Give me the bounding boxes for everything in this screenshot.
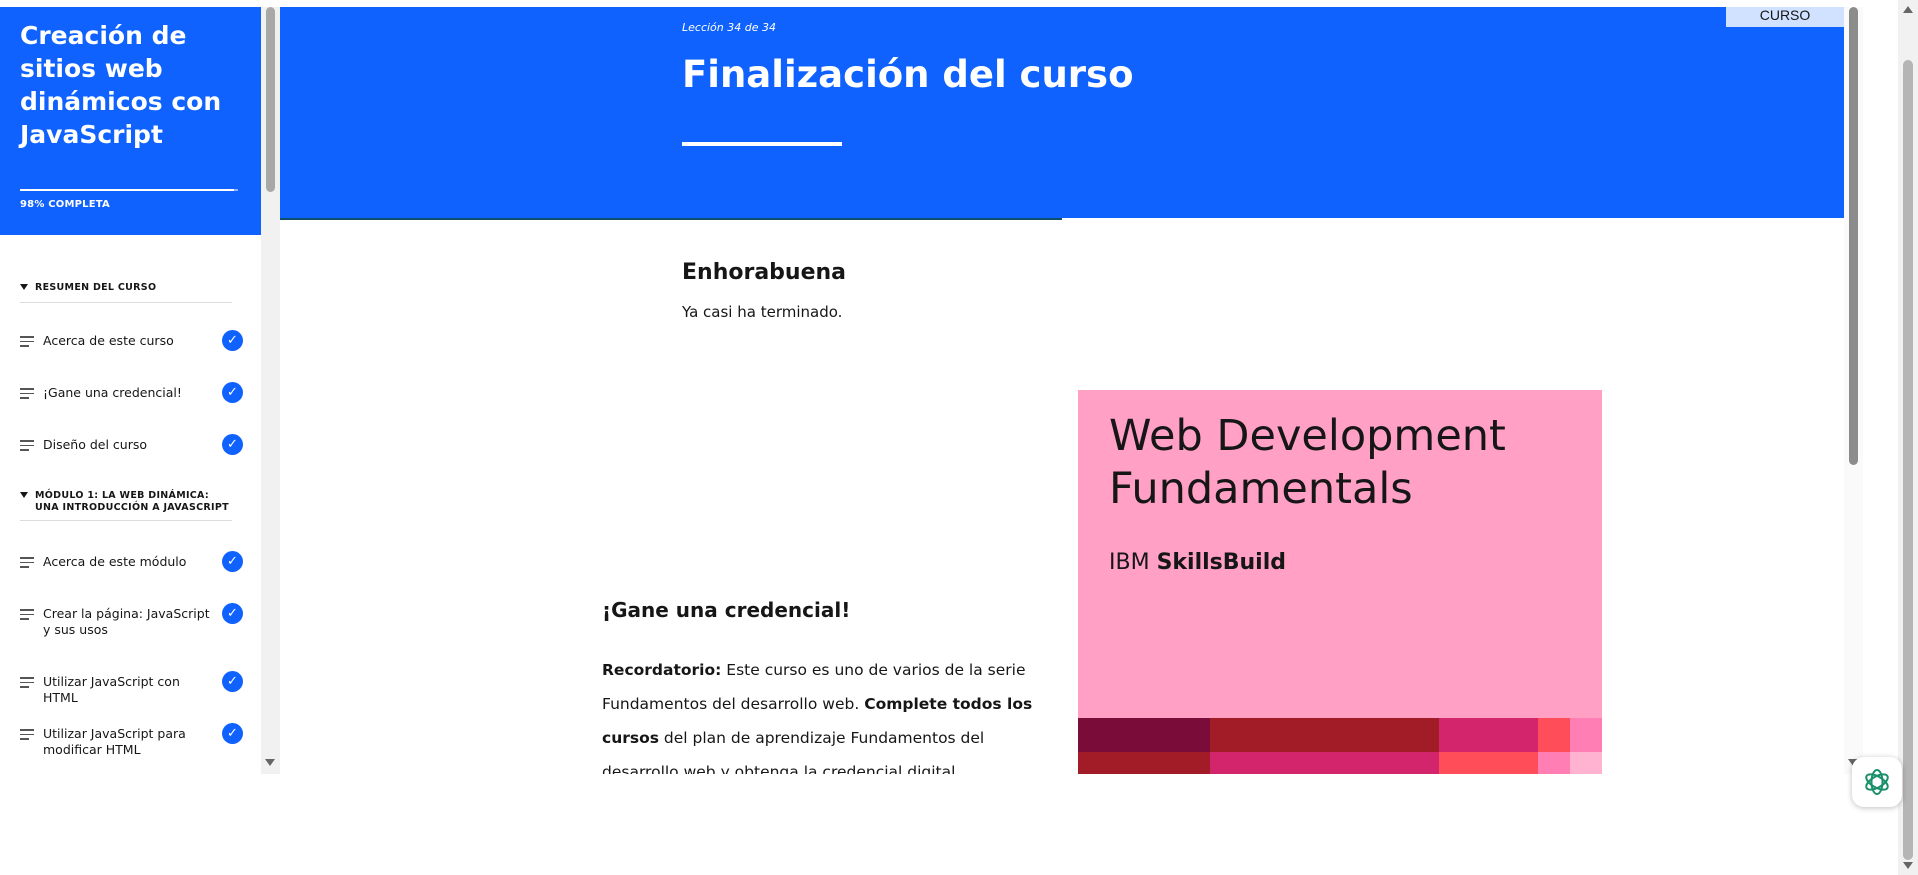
course-sidebar: Creación de sitios web dinámicos con Jav…	[0, 7, 261, 774]
lines-icon	[20, 729, 34, 740]
title-underline	[682, 142, 842, 146]
sidebar-scrollbar[interactable]	[261, 7, 280, 774]
badge-pattern-block	[1078, 752, 1210, 774]
scroll-down-arrow-icon[interactable]	[265, 759, 275, 766]
lesson-title: Finalización del curso	[682, 53, 1134, 96]
checkmark-icon: ✓	[222, 603, 243, 624]
lesson-header: Lección 34 de 34 Finalización del curso …	[280, 7, 1844, 218]
course-progress-fill	[20, 189, 234, 191]
lesson-label: Diseño del curso	[43, 437, 148, 452]
window-scroll-thumb[interactable]	[1903, 60, 1913, 860]
course-progress-bar	[20, 189, 238, 191]
course-progress-label: 98% COMPLETA	[20, 199, 110, 210]
course-tab-button[interactable]: CURSO	[1726, 7, 1844, 27]
lesson-label: ¡Gane una credencial!	[43, 385, 182, 400]
checkmark-icon: ✓	[222, 723, 243, 744]
sidebar-scroll-thumb[interactable]	[266, 7, 275, 192]
badge-brand-prefix: IBM	[1109, 550, 1150, 575]
lines-icon	[20, 388, 34, 399]
assistant-button[interactable]	[1852, 757, 1902, 807]
badge-brand: IBM SkillsBuild	[1109, 550, 1286, 575]
lines-icon	[20, 557, 34, 568]
badge-pattern-block	[1570, 718, 1602, 752]
badge-title: Web Development Fundamentals	[1109, 411, 1506, 514]
badge-pattern-block	[1538, 752, 1570, 774]
credential-paragraph: Recordatorio: Este curso es uno de vario…	[602, 653, 1037, 774]
content-scroll-thumb[interactable]	[1849, 7, 1858, 465]
window-scrollbar[interactable]	[1898, 0, 1918, 875]
badge-pattern-block	[1210, 752, 1439, 774]
section-toggle-course-overview[interactable]: RESUMEN DEL CURSO	[20, 282, 232, 294]
badge-pattern-block	[1538, 718, 1570, 752]
lesson-label: Acerca de este módulo	[43, 554, 187, 569]
lesson-label: Acerca de este curso	[43, 333, 174, 348]
scroll-down-arrow-icon[interactable]	[1903, 862, 1913, 869]
congrats-text: Ya casi ha terminado.	[682, 303, 843, 321]
course-title: Creación de sitios web dinámicos con Jav…	[20, 21, 222, 149]
badge-pattern-block	[1570, 752, 1602, 774]
reminder-label: Recordatorio:	[602, 661, 722, 679]
checkmark-icon: ✓	[222, 330, 243, 351]
section-divider	[20, 302, 232, 303]
lesson-label: Utilizar JavaScript con HTML	[43, 674, 180, 705]
content-scrollbar[interactable]	[1844, 7, 1863, 774]
caret-down-icon	[20, 492, 28, 498]
badge-pattern-block	[1439, 752, 1538, 774]
caret-down-icon	[20, 284, 28, 290]
badge-pattern-block	[1439, 718, 1538, 752]
badge-pattern-block	[1210, 718, 1439, 752]
checkmark-icon: ✓	[222, 671, 243, 692]
section-title: MÓDULO 1: LA WEB DINÁMICA: UNA INTRODUCC…	[35, 490, 229, 513]
lines-icon	[20, 609, 34, 620]
sidebar-header: Creación de sitios web dinámicos con Jav…	[0, 7, 261, 235]
lesson-progress-line	[280, 218, 1062, 220]
section-divider	[20, 520, 232, 521]
checkmark-icon: ✓	[222, 434, 243, 455]
checkmark-icon: ✓	[222, 551, 243, 572]
section-toggle-module-1[interactable]: MÓDULO 1: LA WEB DINÁMICA: UNA INTRODUCC…	[20, 490, 232, 514]
assistant-icon	[1865, 769, 1889, 795]
checkmark-icon: ✓	[222, 382, 243, 403]
scroll-up-arrow-icon[interactable]	[1903, 6, 1913, 13]
badge-pattern-block	[1078, 718, 1210, 752]
lines-icon	[20, 677, 34, 688]
credential-text-2: del plan de aprendizaje Fundamentos del …	[602, 729, 985, 774]
badge-brand-name: SkillsBuild	[1156, 550, 1287, 575]
lesson-content: Lección 34 de 34 Finalización del curso …	[280, 7, 1844, 774]
credential-heading: ¡Gane una credencial!	[602, 598, 851, 622]
lesson-label: Utilizar JavaScript para modificar HTML	[43, 726, 186, 757]
lines-icon	[20, 336, 34, 347]
credential-badge-image: Web Development Fundamentals IBM SkillsB…	[1078, 390, 1602, 774]
section-title: RESUMEN DEL CURSO	[35, 282, 157, 293]
lesson-counter: Lección 34 de 34	[682, 21, 776, 34]
lines-icon	[20, 440, 34, 451]
congrats-heading: Enhorabuena	[682, 260, 847, 285]
lesson-label: Crear la página: JavaScript y sus usos	[43, 606, 210, 637]
